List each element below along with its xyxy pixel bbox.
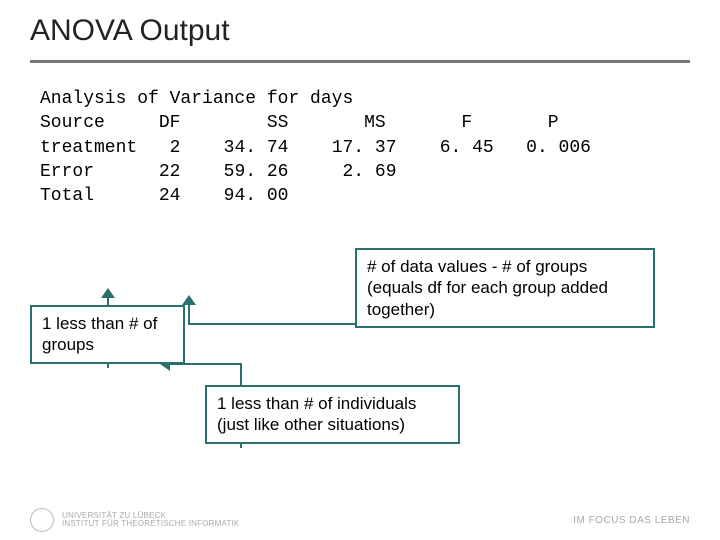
row1-ms: 2. 69 — [342, 162, 396, 182]
row2-df: 24 — [159, 186, 181, 206]
col-f: F — [461, 113, 472, 133]
col-source: Source — [40, 113, 105, 133]
arrow-head-left — [101, 288, 115, 298]
anova-heading: Analysis of Variance for days — [40, 89, 353, 109]
page-title: ANOVA Output — [30, 14, 690, 48]
row0-df: 2 — [170, 138, 181, 158]
row0-f: 6. 45 — [440, 138, 494, 158]
row0-ms: 17. 37 — [332, 138, 397, 158]
arrow-line-right-v — [188, 303, 190, 325]
callout-df-treatment: 1 less than # of groups — [30, 305, 185, 364]
row0-p: 0. 006 — [526, 138, 591, 158]
row0-source: treatment — [40, 138, 137, 158]
institution-block: UNIVERSITÄT ZU LÜBECK INSTITUT FÜR THEOR… — [62, 512, 239, 529]
slide: ANOVA Output Analysis of Variance for da… — [0, 0, 720, 540]
footer-motto: IM FOCUS DAS LEBEN — [573, 515, 690, 526]
arrow-line-right-h — [190, 323, 355, 325]
anova-output: Analysis of Variance for days Source DF … — [40, 87, 680, 208]
row0-ss: 34. 74 — [224, 138, 289, 158]
row2-source: Total — [40, 186, 94, 206]
col-ss: SS — [267, 113, 289, 133]
row1-source: Error — [40, 162, 94, 182]
row1-ss: 59. 26 — [224, 162, 289, 182]
content-area: Analysis of Variance for days Source DF … — [0, 63, 720, 208]
row1-df: 22 — [159, 162, 181, 182]
university-seal-icon — [30, 508, 54, 532]
footer-left: UNIVERSITÄT ZU LÜBECK INSTITUT FÜR THEOR… — [30, 508, 239, 532]
col-df: DF — [159, 113, 181, 133]
row2-ss: 94. 00 — [224, 186, 289, 206]
callout-df-total: 1 less than # of individuals (just like … — [205, 385, 460, 444]
callout-df-error: # of data values - # of groups (equals d… — [355, 248, 655, 328]
arrow-head-right — [182, 295, 196, 305]
title-block: ANOVA Output — [0, 0, 720, 54]
footer: UNIVERSITÄT ZU LÜBECK INSTITUT FÜR THEOR… — [0, 500, 720, 540]
col-p: P — [548, 113, 559, 133]
col-ms: MS — [364, 113, 386, 133]
institution-line2: INSTITUT FÜR THEORETISCHE INFORMATIK — [62, 520, 239, 528]
